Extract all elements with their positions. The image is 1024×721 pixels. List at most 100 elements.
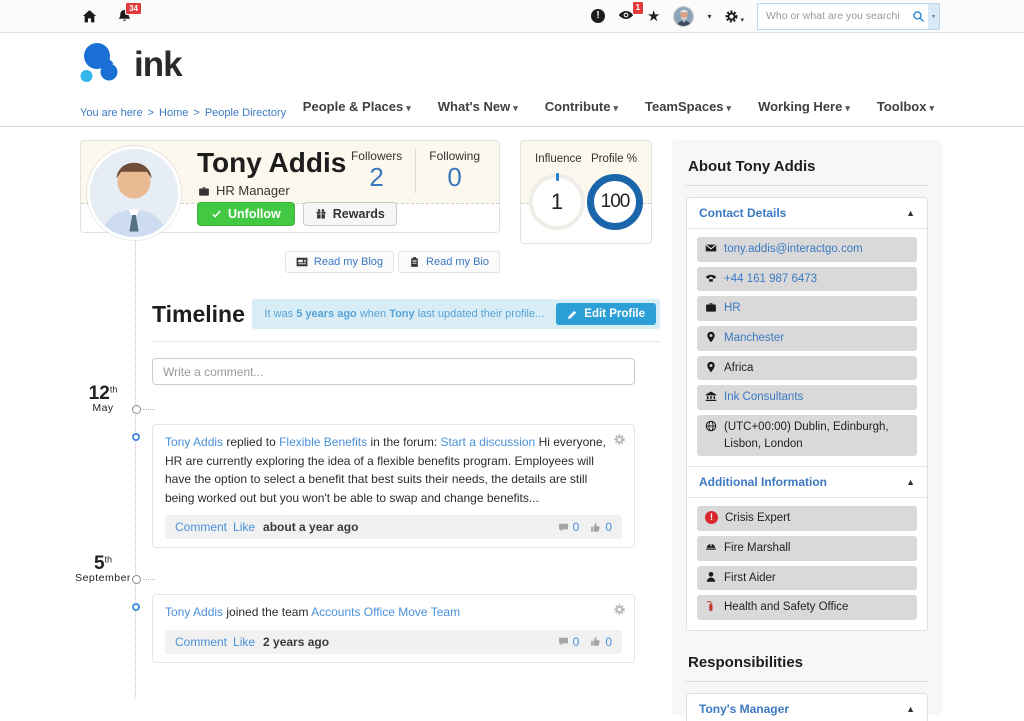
following-stat[interactable]: Following 0 [416, 149, 493, 193]
post-author-link[interactable]: Tony Addis [165, 435, 223, 449]
comment-link[interactable]: Comment [175, 635, 227, 649]
logo-text: ink [134, 45, 182, 85]
about-title: About Tony Addis [686, 152, 928, 186]
nav-working-here[interactable]: Working Here▾ [758, 99, 850, 114]
favorites-star-icon[interactable]: ★ [647, 9, 660, 24]
responsibilities-title: Responsibilities [686, 648, 928, 682]
followers-stat[interactable]: Followers 2 [338, 149, 416, 193]
comment-bubble-icon [558, 522, 569, 533]
chevron-up-icon: ▲ [906, 477, 915, 487]
user-menu-chevron-down-icon[interactable]: ▾ [707, 12, 711, 21]
pin-icon [705, 331, 717, 343]
read-my-bio-tab[interactable]: Read my Bio [398, 251, 500, 273]
search-options-chevron-down-icon[interactable]: ▾ [928, 4, 939, 29]
timeline-node-icon [132, 603, 140, 611]
envelope-icon [705, 242, 717, 254]
followers-count: 2 [351, 163, 402, 193]
global-search: ▾ [757, 3, 940, 30]
nav-people-places[interactable]: People & Places▾ [303, 99, 411, 114]
site-header: ink People & Places▾ What's New▾ Contrib… [0, 33, 1024, 127]
thumbs-up-icon [590, 636, 601, 647]
chevron-down-icon: ▾ [929, 103, 934, 113]
globe-icon [705, 420, 717, 432]
profile-job-title: HR Manager [198, 183, 290, 198]
fire-helmet-icon [705, 541, 717, 553]
post-timestamp: about a year ago [263, 520, 358, 534]
comment-bubble-icon [558, 636, 569, 647]
write-comment-input[interactable] [152, 358, 635, 385]
current-user-avatar[interactable] [673, 6, 694, 27]
contact-item-email: tony.addis@interactgo.com [697, 237, 917, 262]
check-icon [211, 209, 222, 220]
post-timestamp: 2 years ago [263, 635, 329, 649]
contact-details-section-header[interactable]: Contact Details ▲ [687, 198, 927, 229]
edit-profile-button[interactable]: Edit Profile [556, 303, 656, 325]
utility-bar: 34 1 ★ ▾ ▾ ▾ [0, 0, 1024, 33]
main-nav: People & Places▾ What's New▾ Contribute▾… [303, 99, 934, 114]
alerts-icon[interactable] [591, 9, 605, 23]
nav-whats-new[interactable]: What's New▾ [438, 99, 518, 114]
post-author-link[interactable]: Tony Addis [165, 605, 223, 619]
phone-icon [705, 272, 717, 284]
breadcrumb-people-directory[interactable]: People Directory [205, 107, 286, 119]
timeline-title: Timeline [152, 301, 245, 328]
briefcase-icon [198, 185, 210, 197]
post-gear-icon[interactable] [613, 603, 626, 616]
thumbs-up-icon [590, 522, 601, 533]
comment-link[interactable]: Comment [175, 520, 227, 534]
post-forum-link[interactable]: Start a discussion [441, 435, 536, 449]
settings-gear-icon[interactable]: ▾ [724, 9, 744, 24]
post-team-link[interactable]: Accounts Office Move Team [311, 605, 460, 619]
chevron-down-icon: ▾ [513, 103, 518, 113]
watching-eye-icon[interactable]: 1 [618, 8, 634, 24]
timeline-node-icon [132, 433, 140, 441]
search-input[interactable] [758, 10, 908, 22]
clipboard-icon [409, 256, 420, 268]
timeline-date: 5th September [75, 553, 131, 584]
nav-toolbox[interactable]: Toolbox▾ [877, 99, 934, 114]
timeline-date: 12th May [75, 383, 131, 414]
chevron-up-icon: ▲ [906, 704, 915, 714]
read-my-blog-tab[interactable]: Read my Blog [285, 251, 394, 273]
notifications-bell-icon[interactable]: 34 [117, 9, 132, 24]
like-count: 0 [590, 520, 612, 534]
like-link[interactable]: Like [233, 520, 255, 534]
contact-item-timezone: (UTC+00:00) Dublin, Edinburgh, Lisbon, L… [697, 415, 917, 456]
rewards-button[interactable]: Rewards [303, 202, 397, 226]
fire-extinguisher-icon [705, 600, 717, 612]
timeline-post: 12th May Tony Addis replied to Flexible … [152, 424, 635, 548]
gift-icon [315, 208, 327, 220]
tonys-manager-section-header[interactable]: Tony's Manager ▲ [687, 694, 927, 721]
nav-teamspaces[interactable]: TeamSpaces▾ [645, 99, 731, 114]
about-card: Contact Details ▲ tony.addis@interactgo.… [686, 197, 928, 631]
post-topic-link[interactable]: Flexible Benefits [279, 435, 367, 449]
notification-count-badge: 34 [125, 2, 142, 16]
bank-icon [705, 390, 717, 402]
profile-pct-ring: 100 [587, 174, 643, 230]
additional-item-crisis-expert: Crisis Expert [697, 506, 917, 531]
ink-logo-mark [78, 41, 124, 89]
following-count: 0 [429, 163, 480, 193]
settings-chevron-down-icon: ▾ [740, 16, 744, 24]
manager-card: Tony's Manager ▲ Craig Sanderson +44 20 … [686, 693, 928, 721]
timeline-post: 5th September Tony Addis joined the team… [152, 594, 635, 663]
profile-update-notice: It was 5 years ago when Tony last update… [252, 299, 660, 329]
chevron-down-icon: ▾ [845, 103, 850, 113]
nav-contribute[interactable]: Contribute▾ [545, 99, 618, 114]
unfollow-button[interactable]: Unfollow [197, 202, 295, 226]
chevron-down-icon: ▾ [613, 103, 618, 113]
additional-information-section-header[interactable]: Additional Information ▲ [687, 466, 927, 498]
home-icon[interactable] [82, 9, 97, 24]
breadcrumb-you-are-here[interactable]: You are here [80, 107, 143, 119]
contact-item-phone: +44 161 987 6473 [697, 267, 917, 292]
like-link[interactable]: Like [233, 635, 255, 649]
site-logo[interactable]: ink [78, 41, 182, 89]
profile-avatar[interactable] [87, 146, 181, 240]
additional-item-health-safety: Health and Safety Office [697, 595, 917, 620]
search-icon[interactable] [908, 4, 928, 29]
post-gear-icon[interactable] [613, 433, 626, 446]
breadcrumb-home[interactable]: Home [159, 107, 188, 119]
pin-icon [705, 361, 717, 373]
about-sidebar: About Tony Addis Contact Details ▲ tony.… [672, 140, 942, 715]
influence-ring: 1 [529, 174, 585, 230]
